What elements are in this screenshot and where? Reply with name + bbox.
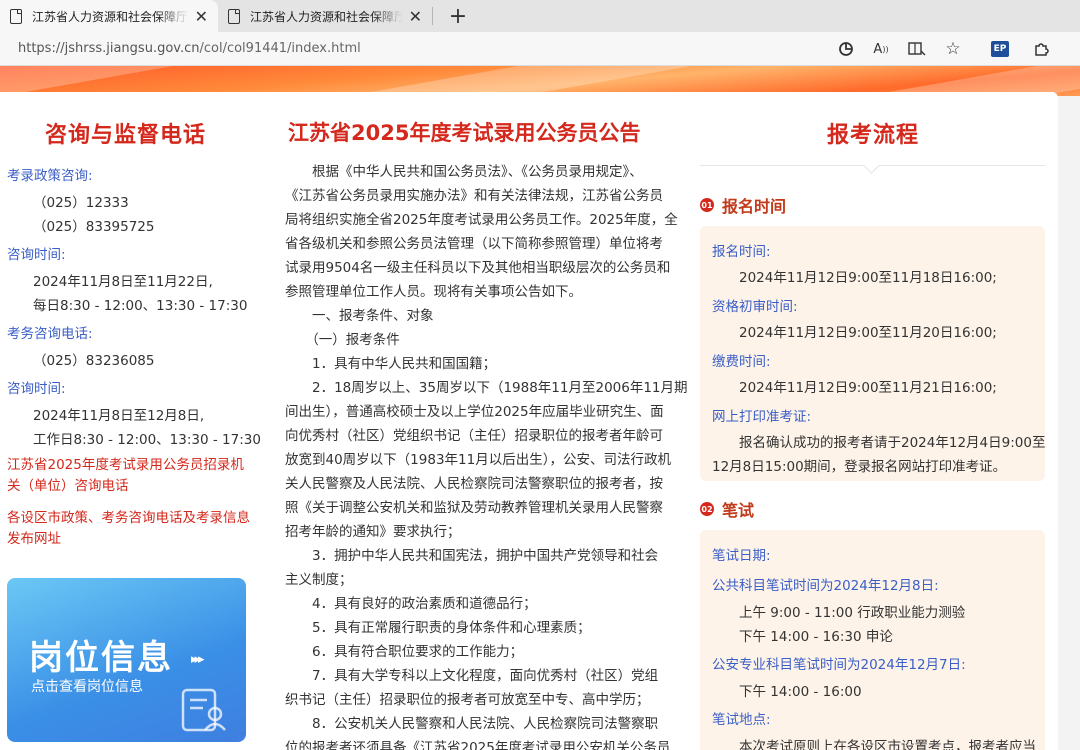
exam-date-label: 笔试日期:	[712, 548, 771, 564]
reg-time-label: 报名时间:	[712, 244, 771, 260]
job-info-title: 岗位信息	[29, 638, 173, 678]
consult-time-hours: 每日8:30 - 12:00、13:30 - 17:30	[33, 298, 248, 314]
announcement-line: 省各级机关和参照公务员法管理（以下简称参照管理）单位将考	[285, 236, 663, 252]
fee-time-label: 缴费时间:	[712, 354, 771, 370]
section-registration-header: 01 报名时间	[700, 193, 786, 217]
police-exam-time: 下午 14:00 - 16:00	[739, 684, 862, 700]
browser-tab-inactive[interactable]: 江苏省人力资源和社会保障厅 岗位 ✕	[218, 0, 432, 32]
section-label: 笔试	[722, 501, 755, 520]
announcement-line: （一）报考条件	[285, 332, 400, 348]
fee-time-value: 2024年11月12日9:00至11月21日16:00;	[739, 380, 997, 396]
address-bar[interactable]: https://jshrss.jiangsu.gov.cn/col/col914…	[0, 32, 1080, 66]
announcement-line: 关人民警察及人民法院、人民检察院司法警察职位的报考者，按	[285, 476, 663, 492]
process-section-title: 报考流程	[827, 123, 920, 148]
announcement-line: 一、报考条件、对象	[285, 308, 434, 324]
announcement-line: 根据《中华人民共和国公务员法》、《公务员录用规定》、	[285, 164, 643, 180]
document-user-icon	[181, 688, 226, 732]
url-path: /col/col91441/index.html	[199, 41, 361, 56]
announcement-line: 6．具有符合职位要求的工作能力；	[285, 644, 524, 660]
announcement-line: 照《关于调整公安机关和监狱及劳动教养管理机关录用人民警察	[285, 500, 663, 516]
review-time-label: 资格初审时间:	[712, 299, 798, 315]
consult-time-label: 咨询时间:	[7, 247, 66, 263]
browser-tab-bar: 江苏省人力资源和社会保障厅 江苏省 ✕ 江苏省人力资源和社会保障厅 岗位 ✕ +	[0, 0, 1080, 32]
favorite-star-icon[interactable]: ☆	[943, 39, 963, 59]
section-number-badge: 02	[700, 502, 714, 516]
announcement-line: 8．公安机关人民警察和人民法院、人民检察院司法警察职	[285, 716, 659, 732]
consult-time-hours-2: 工作日8:30 - 12:00、13:30 - 17:30	[33, 432, 261, 448]
announcement-line: 招考年龄的通知》要求执行；	[285, 524, 461, 540]
exam-phone-label: 考务咨询电话:	[7, 326, 93, 342]
print-ticket-line-1: 报名确认成功的报考者请于2024年12月4日9:00至	[739, 435, 1046, 451]
policy-phone-2: （025）83395725	[33, 219, 155, 235]
announcement-title: 江苏省2025年度考试录用公务员公告	[288, 121, 641, 145]
agency-phone-link[interactable]: 江苏省2025年度考试录用公务员招录机关（单位）咨询电话	[7, 455, 252, 497]
policy-consult-label: 考录政策咨询:	[7, 168, 93, 184]
browser-tab-active[interactable]: 江苏省人力资源和社会保障厅 江苏省 ✕	[0, 0, 218, 32]
section-label: 报名时间	[722, 197, 787, 216]
section-number-badge: 01	[700, 198, 714, 212]
announcement-line: 间出生），普通高校硕士及以上学位2025年应届毕业研究生、面	[285, 404, 664, 420]
announcement-line: 参照管理单位工作人员。现将有关事项公告如下。	[285, 284, 582, 300]
page-icon	[10, 8, 22, 24]
exam-place-label: 笔试地点:	[712, 712, 771, 728]
announcement-line: 试录用9504名一级主任科员以下及其他相当职级层次的公务员和	[285, 260, 671, 276]
exam-phone: （025）83236085	[33, 353, 155, 369]
policy-phone-1: （025）12333	[33, 195, 129, 211]
review-time-value: 2024年11月12日9:00至11月20日16:00;	[739, 325, 997, 341]
job-info-subtitle: 点击查看岗位信息	[31, 679, 143, 695]
public-exam-morning: 上午 9:00 - 11:00 行政职业能力测验	[739, 605, 966, 621]
tab-separator	[432, 7, 433, 25]
consult-section-title: 咨询与监督电话	[45, 123, 207, 148]
print-ticket-line-2: 12月8日15:00期间，登录报名网站打印准考证。	[712, 459, 1007, 475]
extensions-puzzle-icon[interactable]	[1031, 39, 1051, 59]
announcement-line: 1．具有中华人民共和国国籍；	[285, 356, 497, 372]
tab-title: 江苏省人力资源和社会保障厅 江苏省	[32, 9, 189, 24]
page-icon	[228, 8, 240, 24]
police-exam-label: 公安专业科目笔试时间为2024年12月7日:	[712, 657, 966, 673]
arrows-icon: ▸▸▸	[191, 652, 204, 667]
announcement-line: 织书记（主任）招录职位的报考者可放宽至中专、高中学历；	[285, 692, 650, 708]
announcement-line: 4．具有良好的政治素质和道德品行；	[285, 596, 537, 612]
consult-time-date: 2024年11月8日至11月22日,	[33, 274, 213, 290]
announcement-line: 局将组织实施全省2025年度考试录用公务员工作。2025年度，全	[285, 212, 678, 228]
city-info-link[interactable]: 各设区市政策、考务咨询电话及考录信息发布网址	[7, 508, 252, 550]
announcement-line: 位的报考者还须具备《江苏省2025年度考试录用公安机关公务员	[285, 740, 671, 750]
divider-notch	[862, 165, 880, 175]
extension-ep-icon[interactable]: EP	[991, 41, 1009, 57]
job-info-card[interactable]: 岗位信息 ▸▸▸ 点击查看岗位信息	[7, 578, 246, 742]
read-aloud-icon[interactable]: A))	[871, 39, 891, 59]
announcement-line: 5．具有正常履行职责的身体条件和心理素质；	[285, 620, 591, 636]
close-icon[interactable]: ✕	[409, 7, 422, 26]
url-host: https://jshrss.jiangsu.gov.cn	[18, 41, 200, 56]
url-text[interactable]: https://jshrss.jiangsu.gov.cn/col/col914…	[18, 41, 361, 56]
print-ticket-label: 网上打印准考证:	[712, 409, 812, 425]
reader-view-icon[interactable]	[907, 39, 927, 59]
announcement-line: 7．具有大学专科以上文化程度，面向优秀村（社区）党组	[285, 668, 659, 684]
close-icon[interactable]: ✕	[195, 7, 208, 26]
section-written-exam-header: 02 笔试	[700, 497, 754, 521]
announcement-line: 放宽到40周岁以下（1983年11月以后出生），公安、司法行政机	[285, 452, 671, 468]
new-tab-plus-icon[interactable]: +	[443, 0, 473, 32]
tab-title: 江苏省人力资源和社会保障厅 岗位	[250, 9, 403, 24]
announcement-line: 向优秀村（社区）党组织书记（主任）招录职位的报考者年龄可	[285, 428, 663, 444]
consult-time-date-2: 2024年11月8日至12月8日,	[33, 408, 205, 424]
announcement-line: 主义制度；	[285, 572, 353, 588]
refresh-icon[interactable]	[836, 39, 856, 59]
consult-time-label-2: 咨询时间:	[7, 381, 66, 397]
announcement-line: 2．18周岁以上、35周岁以下（1988年11月至2006年11月期	[285, 380, 688, 396]
exam-place-text: 本次考试原则上在各设区市设置考点，报考者应当	[739, 739, 1036, 750]
announcement-line: 《江苏省公务员录用实施办法》和有关法律法规，江苏省公务员	[285, 188, 663, 204]
announcement-line: 3．拥护中华人民共和国宪法，拥护中国共产党领导和社会	[285, 548, 659, 564]
public-exam-afternoon: 下午 14:00 - 16:30 申论	[739, 629, 893, 645]
public-exam-label: 公共科目笔试时间为2024年12月8日:	[712, 578, 939, 594]
reg-time-value: 2024年11月12日9:00至11月18日16:00;	[739, 270, 997, 286]
